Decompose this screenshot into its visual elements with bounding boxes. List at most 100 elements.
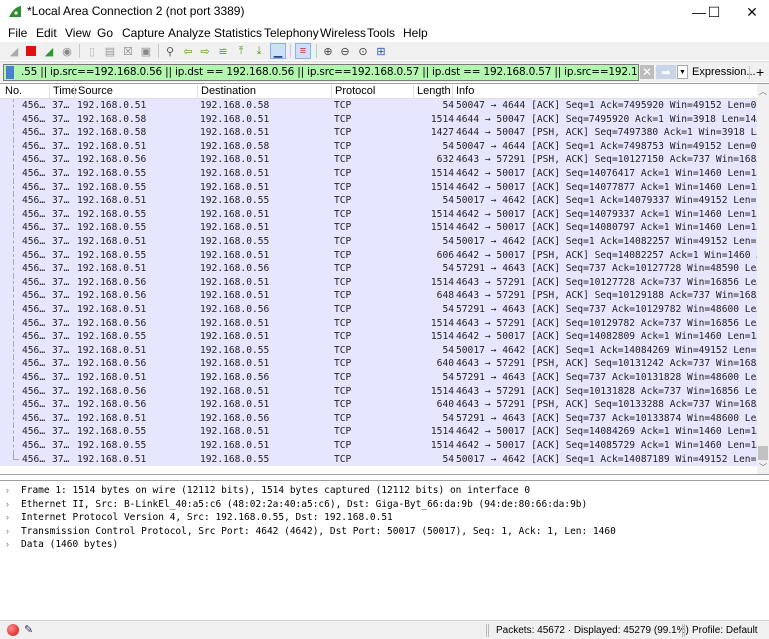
packet-row[interactable]: 456… 37… 192.168.0.56 192.168.0.51 TCP 1514 46…: [0, 384, 762, 399]
filter-bookmark-icon[interactable]: [6, 66, 14, 79]
detail-text: Internet Protocol Version 4, Src: 192.16…: [21, 512, 393, 523]
restart-capture-icon[interactable]: ◢: [41, 43, 57, 59]
maximize-button[interactable]: ☐: [697, 0, 731, 24]
menu-edit[interactable]: Edit: [36, 26, 57, 40]
shark-fin-start-icon[interactable]: ◢: [6, 43, 22, 59]
packet-row[interactable]: 456… 37… 192.168.0.55 192.168.0.51 TCP 1514 46…: [0, 439, 762, 453]
menu-analyze[interactable]: Analyze: [168, 26, 211, 40]
column-header-length[interactable]: Length: [413, 85, 451, 98]
packet-row[interactable]: 456… 37… 192.168.0.55 192.168.0.51 TCP 1514 46…: [0, 180, 762, 195]
go-to-packet-icon[interactable]: ≌: [215, 43, 231, 59]
close-file-icon[interactable]: ☒: [120, 43, 136, 59]
packet-length-cell: 1514: [430, 331, 454, 343]
expand-arrow-icon[interactable]: ›: [6, 525, 9, 539]
packet-row[interactable]: 456… 37… 192.168.0.56 192.168.0.51 TCP 640 464…: [0, 357, 762, 371]
save-file-icon[interactable]: ▤: [102, 43, 118, 59]
add-filter-button[interactable]: +: [756, 64, 764, 80]
packet-row[interactable]: 456… 37… 192.168.0.51 192.168.0.55 TCP 54 5001…: [0, 452, 762, 467]
expand-arrow-icon[interactable]: ›: [6, 538, 9, 552]
packet-row[interactable]: 456… 37… 192.168.0.58 192.168.0.51 TCP 1514 46…: [0, 112, 762, 127]
menu-view[interactable]: View: [65, 26, 91, 40]
filter-history-dropdown-icon[interactable]: ▼: [677, 65, 688, 79]
reload-file-icon[interactable]: ▣: [138, 43, 154, 59]
packet-row[interactable]: 456… 37… 192.168.0.55 192.168.0.51 TCP 1514 46…: [0, 221, 762, 235]
go-back-icon[interactable]: ⇦: [180, 43, 196, 59]
packet-row[interactable]: 456… 37… 192.168.0.56 192.168.0.51 TCP 1514 46…: [0, 275, 762, 290]
capture-comment-icon[interactable]: ✎: [24, 623, 33, 636]
menu-capture[interactable]: Capture: [122, 26, 165, 40]
packet-time-cell: 37…: [52, 399, 70, 411]
display-filter-input[interactable]: .55 || ip.src==192.168.0.56 || ip.dst ==…: [3, 64, 639, 81]
resize-columns-icon[interactable]: ⊞: [373, 43, 389, 59]
filter-text[interactable]: .55 || ip.src==192.168.0.56 || ip.dst ==…: [21, 66, 638, 78]
go-forward-icon[interactable]: ⇨: [197, 43, 213, 59]
expand-arrow-icon[interactable]: ›: [6, 511, 9, 525]
menu-statistics[interactable]: Statistics: [214, 26, 262, 40]
packet-row[interactable]: 456… 37… 192.168.0.55 192.168.0.51 TCP 1514 46…: [0, 207, 762, 222]
packet-length-cell: 54: [442, 236, 454, 247]
go-first-icon[interactable]: ⤒: [233, 43, 249, 59]
menu-telephony[interactable]: Telephony: [264, 26, 319, 40]
packet-row[interactable]: 456… 37… 192.168.0.56 192.168.0.51 TCP 632 464…: [0, 153, 762, 167]
packet-row[interactable]: 456… 37… 192.168.0.55 192.168.0.51 TCP 1514 46…: [0, 425, 762, 439]
packet-row[interactable]: 456… 37… 192.168.0.51 192.168.0.56 TCP 54 5729…: [0, 411, 762, 426]
expand-arrow-icon[interactable]: ›: [6, 484, 9, 498]
menu-go[interactable]: Go: [97, 26, 113, 40]
detail-tree-item[interactable]: › Data (1460 bytes): [0, 538, 769, 552]
expand-arrow-icon[interactable]: ›: [6, 498, 9, 512]
clear-filter-icon[interactable]: ✕: [640, 65, 654, 79]
autoscroll-icon[interactable]: ▁: [270, 43, 286, 59]
detail-tree-item[interactable]: › Frame 1: 1514 bytes on wire (12112 bits…: [0, 484, 769, 498]
open-file-icon[interactable]: ▯: [84, 43, 100, 59]
detail-tree-item[interactable]: › Ethernet II, Src: B-LinkEl_40:a5:c6 (48…: [0, 498, 769, 512]
packet-row[interactable]: 456… 37… 192.168.0.51 192.168.0.56 TCP 54 5729…: [0, 262, 762, 276]
go-last-icon[interactable]: ⤓: [251, 43, 267, 59]
menu-wireless[interactable]: Wireless: [320, 26, 366, 40]
packet-row[interactable]: 456… 37… 192.168.0.51 192.168.0.55 TCP 54 5001…: [0, 194, 762, 208]
zoom-in-icon[interactable]: ⊕: [320, 43, 336, 59]
packet-row[interactable]: 456… 37… 192.168.0.55 192.168.0.51 TCP 606 464…: [0, 248, 762, 263]
scroll-thumb[interactable]: [758, 446, 768, 460]
packet-row[interactable]: 456… 37… 192.168.0.56 192.168.0.51 TCP 1514 46…: [0, 316, 762, 331]
packet-row[interactable]: 456… 37… 192.168.0.56 192.168.0.51 TCP 640 464…: [0, 398, 762, 412]
expression-button[interactable]: Expression...: [692, 66, 756, 78]
apply-filter-icon[interactable]: ➡: [656, 65, 676, 79]
packet-row[interactable]: 456… 37… 192.168.0.55 192.168.0.51 TCP 1514 46…: [0, 167, 762, 181]
packet-row[interactable]: 456… 37… 192.168.0.51 192.168.0.55 TCP 54 5001…: [0, 343, 762, 358]
colorize-icon[interactable]: ≡: [295, 43, 311, 59]
scroll-down-icon[interactable]: ﹀: [757, 460, 769, 474]
column-header-source[interactable]: Source: [74, 85, 113, 98]
packet-info-cell: 4642 → 50017 [ACK] Seq=14077877 Ack=1 Wi…: [456, 181, 763, 193]
expert-info-icon[interactable]: [7, 624, 19, 636]
close-icon: ✕: [746, 3, 758, 20]
packet-row[interactable]: 456… 37… 192.168.0.51 192.168.0.56 TCP 54 5729…: [0, 371, 762, 385]
packet-row[interactable]: 456… 37… 192.168.0.58 192.168.0.51 TCP 1427 46…: [0, 126, 762, 140]
packet-no-cell: 456…: [22, 168, 46, 179]
packet-time-cell: 37…: [52, 358, 70, 370]
close-button[interactable]: ✕: [735, 0, 769, 24]
zoom-out-icon[interactable]: ⊖: [337, 43, 353, 59]
stop-capture-icon[interactable]: [23, 43, 39, 59]
find-packet-icon[interactable]: ⚲: [162, 43, 178, 59]
menu-file[interactable]: File: [8, 26, 27, 40]
packet-list-scrollbar[interactable]: ︿ ﹀: [757, 84, 769, 474]
column-header-no[interactable]: No.: [2, 85, 22, 98]
menu-help[interactable]: Help: [403, 26, 428, 40]
detail-tree-item[interactable]: › Transmission Control Protocol, Src Port…: [0, 525, 769, 539]
column-header-protocol[interactable]: Protocol: [331, 85, 375, 98]
column-header-destination[interactable]: Destination: [197, 85, 256, 98]
profile-status[interactable]: Profile: Default: [692, 625, 758, 636]
packet-row[interactable]: 456… 37… 192.168.0.51 192.168.0.58 TCP 54 5004…: [0, 99, 757, 113]
packet-row[interactable]: 456… 37… 192.168.0.55 192.168.0.51 TCP 1514 46…: [0, 330, 762, 344]
packet-row[interactable]: 456… 37… 192.168.0.56 192.168.0.51 TCP 648 464…: [0, 289, 762, 303]
column-header-time[interactable]: Time: [49, 85, 77, 98]
detail-tree-item[interactable]: › Internet Protocol Version 4, Src: 192.1…: [0, 511, 769, 525]
scroll-up-icon[interactable]: ︿: [757, 84, 769, 98]
capture-options-icon[interactable]: ◉: [59, 43, 75, 59]
packet-row[interactable]: 456… 37… 192.168.0.51 192.168.0.55 TCP 54 5001…: [0, 235, 762, 249]
menu-tools[interactable]: Tools: [367, 26, 395, 40]
packet-row[interactable]: 456… 37… 192.168.0.51 192.168.0.56 TCP 54 5729…: [0, 303, 762, 317]
zoom-normal-icon[interactable]: ⊙: [355, 43, 371, 59]
column-header-info[interactable]: Info: [452, 85, 474, 98]
packet-row[interactable]: 456… 37… 192.168.0.51 192.168.0.58 TCP 54 5004…: [0, 139, 757, 154]
